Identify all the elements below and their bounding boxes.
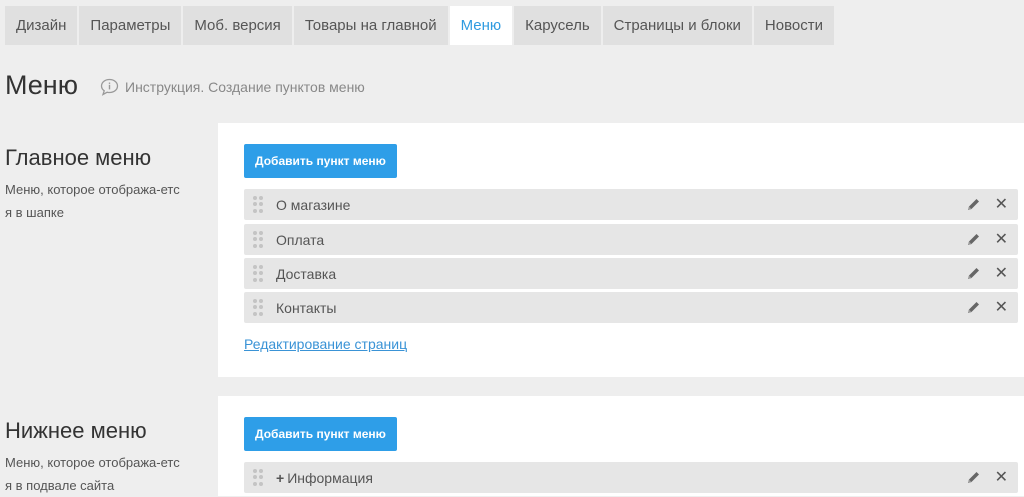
drag-handle-icon[interactable] <box>253 264 263 283</box>
page-title: Меню <box>5 70 78 100</box>
drag-handle-icon[interactable] <box>253 230 263 249</box>
plus-icon[interactable]: + <box>276 470 284 486</box>
close-icon[interactable]: ✕ <box>995 469 1008 486</box>
tab-bar: Дизайн Параметры Моб. версия Товары на г… <box>5 6 836 45</box>
menu-item[interactable]: О магазине ✕ <box>244 189 1018 220</box>
menu-item[interactable]: Оплата ✕ <box>244 224 1018 255</box>
pencil-icon[interactable] <box>966 470 981 485</box>
menu-item[interactable]: + Информация ✕ <box>244 462 1018 493</box>
instruction-link[interactable]: Инструкция. Создание пунктов меню <box>100 78 365 96</box>
add-main-menu-item-button[interactable]: Добавить пункт меню <box>244 144 397 178</box>
footer-menu-panel: Добавить пункт меню + Информация ✕ <box>218 396 1024 496</box>
tab-design[interactable]: Дизайн <box>5 6 78 45</box>
pencil-icon[interactable] <box>966 300 981 315</box>
menu-item-label: Доставка <box>276 265 337 282</box>
edit-pages-link[interactable]: Редактирование страниц <box>244 336 407 352</box>
menu-item-label: + Информация <box>276 470 966 486</box>
menu-item-label-text: Информация <box>287 469 373 486</box>
close-icon[interactable]: ✕ <box>995 231 1008 248</box>
tab-news[interactable]: Новости <box>753 6 834 45</box>
drag-handle-icon[interactable] <box>253 298 263 317</box>
menu-item-label: Контакты <box>276 299 337 316</box>
tab-menu[interactable]: Меню <box>449 6 513 45</box>
drag-handle-icon[interactable] <box>253 195 263 214</box>
footer-menu-description-text: Меню, которое отобража-ется в подвале са… <box>5 455 180 493</box>
pencil-icon[interactable] <box>966 232 981 247</box>
tab-home-products[interactable]: Товары на главной <box>293 6 448 45</box>
pencil-icon[interactable] <box>966 266 981 281</box>
main-menu-description-text: Меню, которое отобража-ется в шапке <box>5 182 180 220</box>
footer-menu-title: Нижнее меню <box>5 418 147 443</box>
tab-carousel[interactable]: Карусель <box>514 6 601 45</box>
close-icon[interactable]: ✕ <box>995 265 1008 282</box>
menu-item[interactable]: Контакты ✕ <box>244 292 1018 323</box>
footer-menu-description: Меню, которое отобража-ется в подвале са… <box>5 451 195 497</box>
main-menu-title: Главное меню <box>5 145 152 170</box>
menu-item-label: Оплата <box>276 231 325 248</box>
info-bubble-icon <box>100 78 125 96</box>
menu-item-label: О магазине <box>276 196 351 213</box>
instruction-text: Инструкция. Создание пунктов меню <box>125 79 365 95</box>
main-menu-description: Меню, которое отобража-ется в шапке <box>5 178 195 224</box>
tab-parameters[interactable]: Параметры <box>79 6 182 45</box>
drag-handle-icon[interactable] <box>253 468 263 487</box>
main-menu-panel: Добавить пункт меню О магазине ✕ Оплата … <box>218 123 1024 377</box>
tab-pages-blocks[interactable]: Страницы и блоки <box>602 6 752 45</box>
close-icon[interactable]: ✕ <box>995 196 1008 213</box>
add-footer-menu-item-button[interactable]: Добавить пункт меню <box>244 417 397 451</box>
tab-mobile-version[interactable]: Моб. версия <box>183 6 292 45</box>
pencil-icon[interactable] <box>966 197 981 212</box>
close-icon[interactable]: ✕ <box>995 299 1008 316</box>
menu-item[interactable]: Доставка ✕ <box>244 258 1018 289</box>
